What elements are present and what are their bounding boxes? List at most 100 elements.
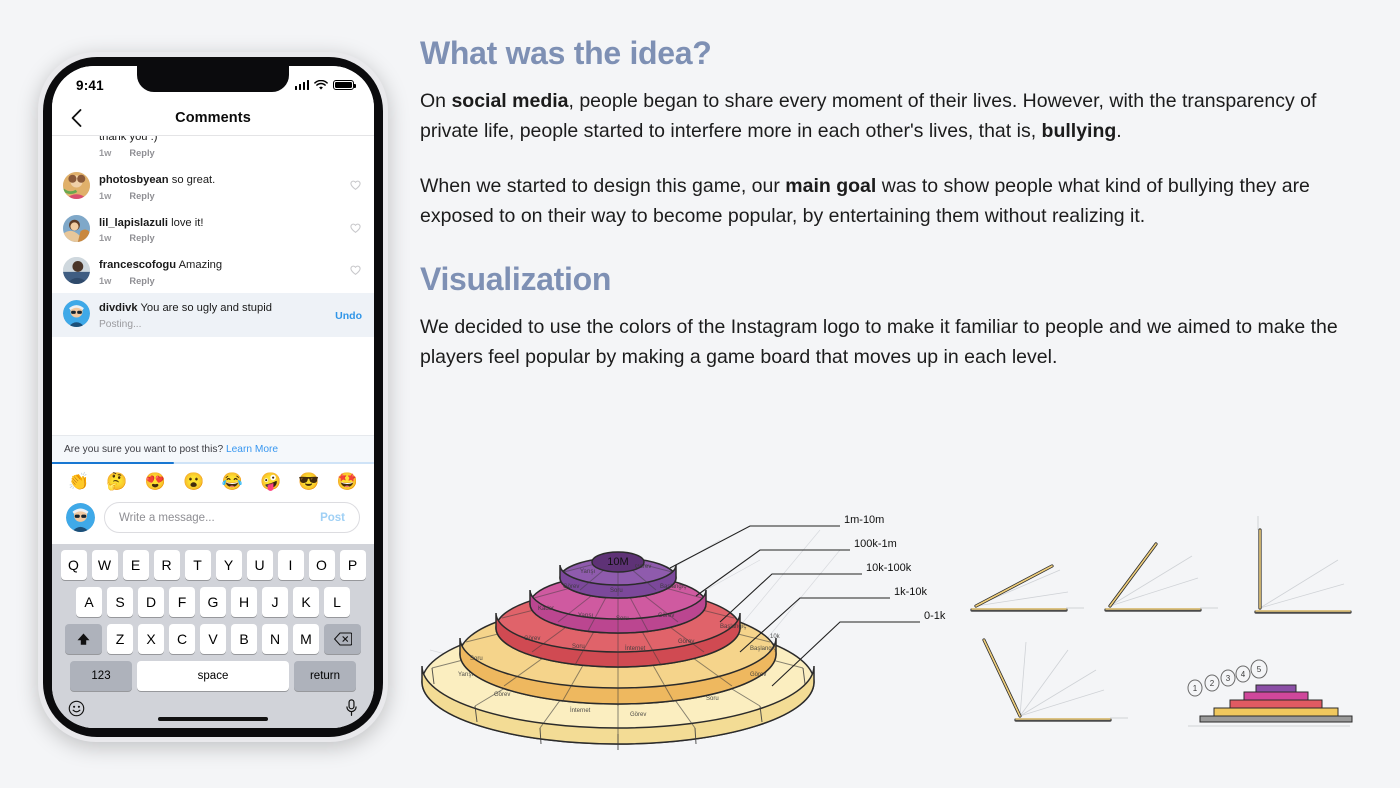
key-s[interactable]: S xyxy=(107,587,133,617)
key-p[interactable]: P xyxy=(339,550,366,580)
emphasis-text: social media xyxy=(451,90,569,113)
key-j[interactable]: J xyxy=(262,587,288,617)
battery-icon xyxy=(333,79,356,91)
key-t[interactable]: T xyxy=(184,550,211,580)
emoji-clap-icon[interactable]: 👏 xyxy=(68,473,89,490)
body-text-run: We decided to use the colors of the Inst… xyxy=(420,315,1338,368)
keyboard-row-4[interactable]: 123 space return xyxy=(55,661,371,691)
list-item[interactable]: photosbyean so great. 1w Reply xyxy=(52,165,374,208)
svg-text:3: 3 xyxy=(1226,674,1231,683)
reply-button[interactable]: Reply xyxy=(129,148,154,158)
smiley-face-icon[interactable] xyxy=(68,700,85,722)
phone-mockup: 9:41 Comments thank you:) 1w Reply phot… xyxy=(38,52,388,742)
warning-text: Are you sure you want to post this? xyxy=(64,443,224,455)
key-i[interactable]: I xyxy=(277,550,304,580)
key-y[interactable]: Y xyxy=(215,550,242,580)
heart-icon[interactable] xyxy=(349,178,362,191)
heart-icon[interactable] xyxy=(349,221,362,234)
keyboard-row-2[interactable]: ASDFGHJKL xyxy=(55,587,371,617)
svg-text:İnternet: İnternet xyxy=(625,645,646,652)
list-item[interactable]: francescofogu Amazing 1w Reply xyxy=(52,250,374,293)
page-title: Comments xyxy=(175,109,251,126)
tier-label-1: 100k-1m xyxy=(854,538,897,550)
key-f[interactable]: F xyxy=(169,587,195,617)
svg-text:Soru: Soru xyxy=(572,644,585,650)
comment-username[interactable]: divdivk xyxy=(99,302,138,314)
chevron-left-icon[interactable] xyxy=(66,108,86,128)
comment-username[interactable]: francescofogu xyxy=(99,259,176,271)
svg-text:Başlangıç: Başlangıç xyxy=(660,584,686,590)
comment-username[interactable]: lil_lapislazuli xyxy=(99,217,168,229)
quick-emoji-row[interactable]: 👏 🤔 😍 😮 😂 🤪 😎 🤩 xyxy=(52,464,374,498)
backspace-icon[interactable] xyxy=(324,624,361,654)
slide-root: 9:41 Comments thank you:) 1w Reply phot… xyxy=(0,0,1400,788)
comment-meta: 1w Reply xyxy=(99,148,362,158)
reply-button[interactable]: Reply xyxy=(129,276,154,286)
space-key[interactable]: space xyxy=(137,661,289,691)
key-h[interactable]: H xyxy=(231,587,257,617)
reply-button[interactable]: Reply xyxy=(129,191,154,201)
key-w[interactable]: W xyxy=(91,550,118,580)
post-button[interactable]: Post xyxy=(320,512,345,524)
return-key[interactable]: return xyxy=(294,661,356,691)
key-e[interactable]: E xyxy=(122,550,149,580)
key-u[interactable]: U xyxy=(246,550,273,580)
comment-text: francescofogu Amazing xyxy=(99,258,340,273)
key-c[interactable]: C xyxy=(169,624,195,654)
key-m[interactable]: M xyxy=(293,624,319,654)
onscreen-keyboard[interactable]: QWERTYUIOP ASDFGHJKL ZXCVBNM 123 space r… xyxy=(52,544,374,697)
svg-text:Yarışı: Yarışı xyxy=(578,613,594,619)
search-input-wrapper[interactable]: Write a message... Post xyxy=(104,502,360,533)
key-k[interactable]: K xyxy=(293,587,319,617)
keyboard-row-1[interactable]: QWERTYUIOP xyxy=(55,550,371,580)
post-warning-bar: Are you sure you want to post this? Lear… xyxy=(52,434,374,464)
shift-arrow-icon[interactable] xyxy=(65,624,102,654)
comment-text: thank you :) xyxy=(99,136,158,143)
key-x[interactable]: X xyxy=(138,624,164,654)
emoji-thinking-icon[interactable]: 🤔 xyxy=(106,473,127,490)
emoji-sunglasses-icon[interactable]: 😎 xyxy=(298,473,319,490)
game-board-sketches: 10M Yarışı Görev Görev Soru Başlangıç Yarı… xyxy=(421,514,1353,750)
emoji-star-struck-icon[interactable]: 🤩 xyxy=(337,473,358,490)
hinge-sketch-1 xyxy=(970,564,1084,612)
reply-button[interactable]: Reply xyxy=(129,233,154,243)
emoji-surprised-icon[interactable]: 😮 xyxy=(183,473,204,490)
list-item[interactable]: thank you :) 1w Reply xyxy=(52,136,374,165)
heart-icon[interactable] xyxy=(349,263,362,276)
message-input[interactable]: Write a message... xyxy=(119,512,215,524)
key-q[interactable]: Q xyxy=(60,550,87,580)
key-l[interactable]: L xyxy=(324,587,350,617)
key-d[interactable]: D xyxy=(138,587,164,617)
comments-list[interactable]: thank you :) 1w Reply photosbyean so gre… xyxy=(52,136,374,435)
key-a[interactable]: A xyxy=(76,587,102,617)
emoji-heart-eyes-icon[interactable]: 😍 xyxy=(145,473,166,490)
paragraph-main-goal: When we started to design this game, our… xyxy=(420,172,1360,231)
emoji-joy-icon[interactable]: 😂 xyxy=(222,473,243,490)
learn-more-link[interactable]: Learn More xyxy=(226,444,278,455)
key-z[interactable]: Z xyxy=(107,624,133,654)
svg-text:Görev: Görev xyxy=(750,672,766,678)
svg-text:Görev: Görev xyxy=(563,584,579,590)
key-r[interactable]: R xyxy=(153,550,180,580)
keyboard-row-3[interactable]: ZXCVBNM xyxy=(55,624,371,654)
comment-username[interactable]: photosbyean xyxy=(99,174,169,186)
paragraph-visualization: We decided to use the colors of the Inst… xyxy=(420,313,1360,372)
phone-notch xyxy=(137,66,289,92)
key-n[interactable]: N xyxy=(262,624,288,654)
list-item[interactable]: lil_lapislazuli love it! 1w Reply xyxy=(52,208,374,251)
key-v[interactable]: V xyxy=(200,624,226,654)
emphasis-text: main goal xyxy=(785,175,877,198)
microphone-icon[interactable] xyxy=(345,699,358,722)
svg-text:Soru: Soru xyxy=(610,588,623,594)
key-g[interactable]: G xyxy=(200,587,226,617)
undo-button[interactable]: Undo xyxy=(335,310,362,322)
emoji-zany-icon[interactable]: 🤪 xyxy=(260,473,281,490)
key-o[interactable]: O xyxy=(308,550,335,580)
pending-comment-row[interactable]: divdivk You are so ugly and stupid Posti… xyxy=(52,293,374,337)
svg-text:Görev: Görev xyxy=(524,636,540,642)
numbers-key[interactable]: 123 xyxy=(70,661,132,691)
key-b[interactable]: B xyxy=(231,624,257,654)
avatar xyxy=(63,171,90,199)
tiered-game-board: 10M Yarışı Görev Görev Soru Başlangıç Yarı… xyxy=(421,551,815,750)
comment-body: so great. xyxy=(171,173,216,186)
